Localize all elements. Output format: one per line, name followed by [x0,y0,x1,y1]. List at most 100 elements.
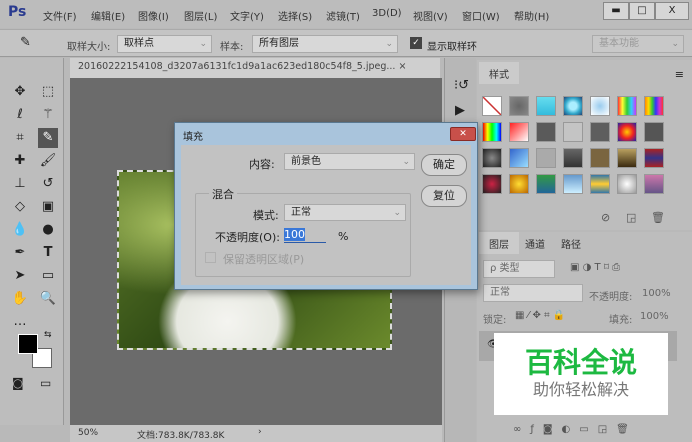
preserve-transparency-checkbox[interactable] [205,252,216,263]
crop-tool-icon[interactable]: ⌗ [10,128,30,148]
clear-style-icon[interactable]: ⊘ [601,211,610,224]
close-window-button[interactable]: X [655,2,689,20]
tab-paths[interactable]: 路径 [551,232,591,254]
marquee-tool-icon[interactable]: ⬚ [38,82,58,102]
lock-icons[interactable]: ▦ ⁄ ✥ ⌗ 🔒 [515,310,565,321]
style-swatch[interactable] [563,148,583,168]
style-swatch[interactable] [617,96,637,116]
sample-select[interactable]: 所有图层 ⌄ [252,35,398,53]
layer-filter-select[interactable]: ρ 类型 [483,260,555,278]
style-swatch[interactable] [590,122,610,142]
tab-layers[interactable]: 图层 [479,232,519,254]
style-swatch[interactable] [617,122,637,142]
menu-3d[interactable]: 3D(D) [372,8,402,19]
healing-brush-icon[interactable]: ✚ [10,151,30,171]
fill-value[interactable]: 100% [640,311,669,322]
status-arrow-icon[interactable]: › [258,427,262,437]
maximize-button[interactable]: □ [629,2,655,20]
style-swatch[interactable] [617,174,637,194]
tab-channels[interactable]: 通道 [515,232,555,254]
ok-button[interactable]: 确定 [421,154,467,176]
blend-mode-select[interactable]: 正常 [483,284,583,302]
more-tools-icon[interactable]: … [10,312,30,332]
mode-select[interactable]: 正常 ⌄ [284,204,406,221]
style-swatch[interactable] [590,148,610,168]
magic-wand-icon[interactable]: ⚚ [38,105,58,125]
history-icon[interactable]: ⁝↺ [454,78,469,93]
workspace-select[interactable]: 基本功能 ⌄ [592,35,684,53]
gradient-tool-icon[interactable]: ▣ [38,197,58,217]
dodge-tool-icon[interactable]: ● [38,220,58,240]
style-swatch[interactable] [617,148,637,168]
brush-tool-icon[interactable]: 🖌 [38,151,58,171]
style-swatch[interactable] [644,122,664,142]
menu-view[interactable]: 视图(V) [413,8,448,23]
layer-footer-icons[interactable]: ∞ƒ◙◐▭◲🗑 [513,424,638,435]
close-tab-icon[interactable]: × [398,61,406,72]
menu-filter[interactable]: 滤镜(T) [326,8,360,23]
hand-tool-icon[interactable]: ✋ [10,289,30,309]
blur-tool-icon[interactable]: 💧 [10,220,30,240]
style-swatch[interactable] [644,96,664,116]
panel-menu-icon[interactable]: ≡ [675,68,684,81]
eyedropper-icon[interactable]: ✎ [20,35,31,50]
reset-button[interactable]: 复位 [421,185,467,207]
menu-select[interactable]: 选择(S) [278,8,312,23]
style-swatch[interactable] [590,96,610,116]
minimize-button[interactable]: ▬ [603,2,629,20]
style-swatch[interactable] [536,96,556,116]
style-swatch[interactable] [563,174,583,194]
show-ring-checkbox[interactable]: ✓ [410,37,422,49]
tab-styles[interactable]: 样式 [479,62,519,84]
opacity-value[interactable]: 100% [642,288,671,299]
type-tool-icon[interactable]: T [38,243,58,263]
filter-icons[interactable]: ▣ ◑ T ⌑ ⎙ [570,262,620,273]
style-swatch[interactable] [509,96,529,116]
opacity-input[interactable]: 100 [284,228,326,243]
foreground-color-swatch[interactable] [18,334,38,354]
menu-edit[interactable]: 编辑(E) [91,8,125,23]
style-swatch[interactable] [536,122,556,142]
content-select[interactable]: 前景色 ⌄ [284,153,415,170]
history-brush-icon[interactable]: ↺ [38,174,58,194]
pen-tool-icon[interactable]: ✒ [10,243,30,263]
style-swatch[interactable] [482,174,502,194]
style-swatch[interactable] [509,148,529,168]
style-swatch[interactable] [536,148,556,168]
eraser-tool-icon[interactable]: ◇ [10,197,30,217]
screen-mode-icon[interactable]: ▭ [40,376,51,390]
style-swatch[interactable] [644,174,664,194]
style-swatch[interactable] [482,122,502,142]
style-swatch[interactable] [482,148,502,168]
style-swatch[interactable] [482,96,502,116]
style-swatch[interactable] [644,148,664,168]
path-select-icon[interactable]: ➤ [10,266,30,286]
style-swatch[interactable] [563,122,583,142]
dialog-close-button[interactable]: ✕ [450,127,476,141]
style-swatch[interactable] [536,174,556,194]
delete-style-icon[interactable]: 🗑 [651,211,665,224]
document-tab[interactable]: 20160222154108_d3207a6131fc1d9a1ac623ed1… [70,58,440,78]
swap-colors-icon[interactable]: ⇆ [44,330,52,340]
menu-file[interactable]: 文件(F) [43,8,77,23]
sample-size-select[interactable]: 取样点 ⌄ [117,35,212,53]
menu-type[interactable]: 文字(Y) [230,8,264,23]
style-swatch[interactable] [590,174,610,194]
eyedropper-tool-icon[interactable]: ✎ [38,128,58,148]
move-tool-icon[interactable]: ✥ [10,82,30,102]
new-style-icon[interactable]: ◲ [626,211,636,224]
menu-window[interactable]: 窗口(W) [462,8,500,23]
menu-help[interactable]: 帮助(H) [514,8,549,23]
shape-tool-icon[interactable]: ▭ [38,266,58,286]
menu-image[interactable]: 图像(I) [138,8,169,23]
style-swatch[interactable] [509,122,529,142]
lasso-tool-icon[interactable]: ℓ [10,105,30,125]
zoom-level[interactable]: 50% [78,428,98,438]
actions-play-icon[interactable]: ▶ [455,103,465,118]
style-swatch[interactable] [509,174,529,194]
zoom-tool-icon[interactable]: 🔍 [38,289,58,309]
style-swatch[interactable] [563,96,583,116]
quick-mask-icon[interactable]: ◙ [12,376,24,390]
stamp-tool-icon[interactable]: ⊥ [10,174,30,194]
menu-layer[interactable]: 图层(L) [184,8,217,23]
